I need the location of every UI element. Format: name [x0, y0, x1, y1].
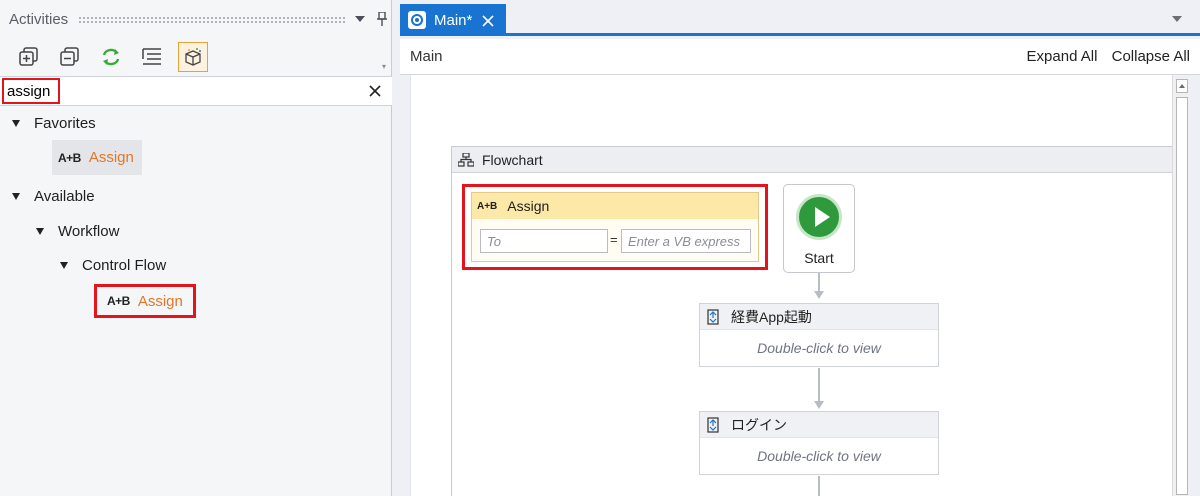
designer-document: Main* Main Expand All Collapse All Flowc… [400, 4, 1200, 496]
assign-value-field[interactable] [621, 229, 751, 253]
sequence-title: 経費App起動 [731, 308, 812, 325]
connector-arrow-icon [814, 291, 824, 299]
sequence-activity[interactable]: ログイン Double-click to view [699, 411, 939, 475]
connector-line[interactable] [818, 368, 820, 401]
assign-activity-icon: A+B [107, 294, 130, 308]
flowchart-title: Flowchart [482, 151, 543, 168]
refresh-icon[interactable] [96, 42, 126, 72]
activity-label: Assign [88, 149, 134, 166]
activities-toolbar: ▾ [0, 38, 392, 76]
tab-main[interactable]: Main* [400, 4, 506, 36]
collapse-all-link[interactable]: Collapse All [1112, 48, 1190, 65]
assign-equals-sign: = [610, 232, 618, 247]
collapse-all-icon[interactable] [55, 42, 85, 72]
activities-panel-title: Activities [9, 10, 69, 28]
scroll-up-icon[interactable] [1176, 79, 1188, 93]
breadcrumb[interactable]: Main [410, 48, 443, 65]
sequence-icon [705, 308, 721, 325]
tree-node-available[interactable]: Available [12, 179, 95, 213]
close-tab-icon[interactable] [482, 14, 494, 27]
sequence-icon [705, 416, 721, 433]
expand-all-icon[interactable] [14, 42, 44, 72]
activities-search-row [0, 76, 392, 106]
tree-node-label: Workflow [58, 222, 120, 240]
activities-panel: Activities ▾ assign Favorites A+B Assign… [0, 0, 392, 496]
favorites-assign-item[interactable]: A+B Assign [52, 140, 142, 175]
filter-icon[interactable] [178, 42, 208, 72]
assign-activity-highlight: A+B Assign = [462, 184, 768, 270]
assign-activity-icon: A+B [58, 150, 81, 165]
pin-icon[interactable] [374, 11, 390, 27]
sequence-title: ログイン [731, 416, 787, 433]
sequence-activity[interactable]: 経費App起動 Double-click to view [699, 303, 939, 367]
connector-line[interactable] [818, 273, 820, 291]
workflow-file-icon [408, 11, 426, 29]
expand-triangle-icon[interactable] [12, 119, 20, 127]
expand-triangle-icon[interactable] [60, 261, 68, 269]
sequence-header[interactable]: ログイン [700, 412, 938, 438]
scrollbar-thumb[interactable] [1176, 97, 1188, 495]
control-flow-assign-item[interactable]: A+B Assign [94, 284, 196, 318]
flowchart-header[interactable]: Flowchart [452, 147, 1174, 173]
header-links: Expand All Collapse All [1017, 48, 1190, 65]
tree-node-label: Control Flow [82, 256, 167, 274]
connector-arrow-icon [814, 401, 824, 409]
assign-activity-body: = [472, 219, 758, 261]
tab-list-icon[interactable] [1172, 16, 1182, 22]
document-tabbar: Main* [400, 4, 1200, 36]
activities-panel-header: Activities [0, 0, 392, 38]
sequence-body[interactable]: Double-click to view [700, 330, 938, 366]
tree-node-favorites[interactable]: Favorites [12, 106, 96, 140]
assign-activity-title: Assign [507, 198, 550, 214]
panel-menu-icon[interactable] [352, 11, 368, 27]
expand-all-link[interactable]: Expand All [1027, 48, 1098, 65]
tree-node-control-flow[interactable]: Control Flow [60, 248, 166, 282]
tree-node-label: Favorites [34, 114, 96, 132]
assign-activity-icon: A+B [477, 200, 498, 212]
tree-node-label: Available [34, 187, 95, 205]
activity-label: Assign [137, 292, 183, 310]
activities-search-input[interactable] [2, 78, 60, 104]
show-list-icon[interactable] [137, 42, 167, 72]
sequence-body[interactable]: Double-click to view [700, 438, 938, 474]
toolbar-overflow-icon[interactable]: ▾ [382, 62, 386, 71]
vertical-scrollbar[interactable] [1172, 75, 1190, 496]
expand-triangle-icon[interactable] [12, 192, 20, 200]
panel-grip[interactable] [78, 15, 347, 23]
studio-window: Activities ▾ assign Favorites A+B Assign… [0, 0, 1200, 496]
clear-search-icon[interactable] [366, 82, 384, 100]
flowchart-icon [457, 151, 475, 167]
assign-to-field[interactable] [480, 229, 608, 253]
assign-activity[interactable]: A+B Assign = [471, 192, 759, 262]
designer-canvas[interactable]: Flowchart A+B Assign = [410, 75, 1174, 496]
designer-header: Main Expand All Collapse All [400, 39, 1200, 75]
assign-activity-header[interactable]: A+B Assign [472, 193, 758, 219]
connector-line[interactable] [818, 476, 820, 496]
start-label: Start [804, 250, 834, 266]
flowchart-container[interactable]: Flowchart A+B Assign = [451, 146, 1174, 496]
expand-triangle-icon[interactable] [36, 227, 44, 235]
tree-node-workflow[interactable]: Workflow [36, 214, 119, 248]
start-node[interactable]: Start [783, 184, 855, 273]
tab-label: Main* [434, 11, 473, 29]
start-play-icon [796, 194, 842, 240]
sequence-header[interactable]: 経費App起動 [700, 304, 938, 330]
